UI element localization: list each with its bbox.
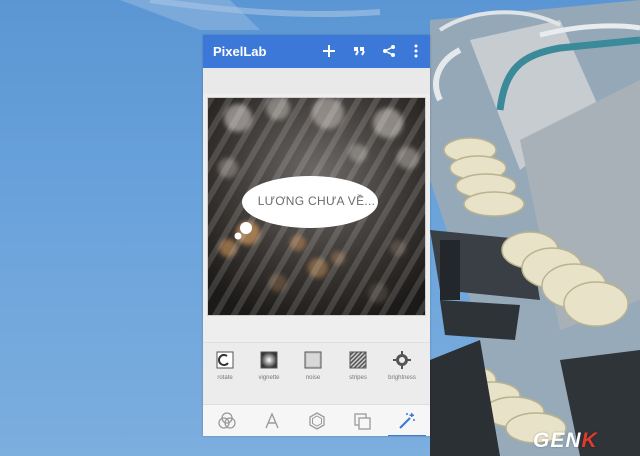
share-icon (383, 45, 395, 57)
nav-layers[interactable] (352, 411, 372, 431)
bottom-navigation (203, 404, 430, 436)
vignette-icon (260, 351, 278, 369)
app-bar: PixelLab (203, 35, 430, 68)
stripes-tool[interactable]: stripes (336, 351, 380, 381)
noise-tool[interactable]: noise (291, 351, 335, 381)
brightness-tool[interactable]: brightness (380, 351, 424, 381)
vignette-tool[interactable]: vignette (247, 351, 291, 381)
canvas-top-strip (203, 68, 430, 94)
nav-text[interactable] (262, 411, 282, 431)
app-window: PixelLab LƯƠNG CHƯA VỀ... rotate vignett… (203, 35, 430, 436)
nav-blend[interactable] (217, 411, 237, 431)
watermark-accent-text: K (581, 429, 598, 452)
add-button[interactable] (319, 41, 339, 61)
effects-panel: rotate vignette noise stripes brightness (203, 342, 430, 405)
rotate-tool[interactable]: rotate (203, 351, 247, 381)
text-icon (265, 412, 279, 429)
effects-wand-icon (399, 413, 415, 429)
more-options-button[interactable] (406, 41, 426, 61)
rotate-label: rotate (217, 375, 233, 381)
stripes-label: stripes (349, 375, 367, 381)
vignette-label: vignette (258, 375, 280, 381)
bubble-text[interactable]: LƯƠNG CHƯA VỀ... (208, 194, 425, 208)
watermark-text: GEN (533, 429, 582, 452)
more-vert-icon (414, 44, 418, 58)
quote-icon (354, 47, 365, 56)
nav-effects[interactable] (388, 411, 426, 436)
rotate-icon (216, 351, 234, 369)
layers-icon (354, 413, 371, 430)
share-button[interactable] (379, 41, 399, 61)
genk-watermark: GENK (533, 429, 598, 453)
blend-icon (218, 412, 236, 429)
brightness-label: brightness (388, 375, 416, 381)
nav-shape[interactable] (307, 411, 327, 431)
shape-icon (309, 412, 325, 430)
edited-image[interactable]: LƯƠNG CHƯA VỀ... (207, 97, 426, 316)
app-title: PixelLab (213, 44, 267, 59)
noise-label: noise (305, 375, 321, 381)
quote-button[interactable] (349, 41, 369, 61)
noise-icon (304, 351, 322, 369)
stripes-icon (349, 351, 367, 369)
brightness-icon (393, 351, 411, 369)
plus-icon (323, 45, 335, 57)
